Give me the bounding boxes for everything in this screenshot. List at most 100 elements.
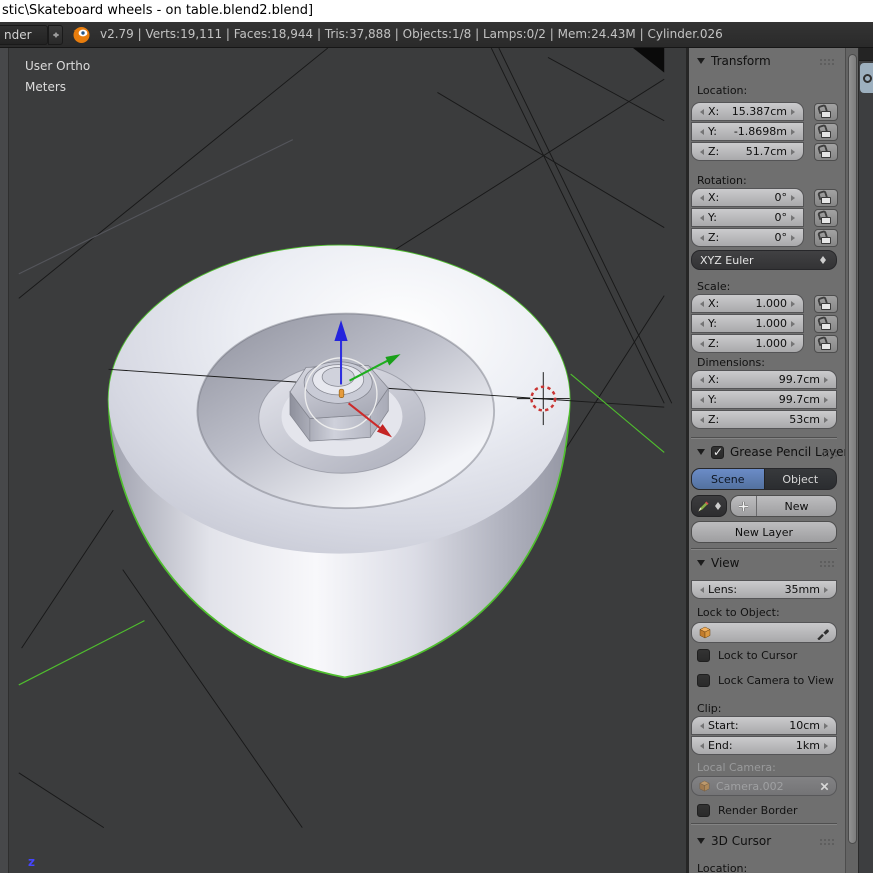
unlock-icon <box>821 302 831 310</box>
location-y-field[interactable]: Y: -1.8698m <box>691 122 804 141</box>
tab-scene-label: Scene <box>710 472 745 486</box>
render-border-checkbox[interactable] <box>697 804 710 817</box>
increment-arrow-icon[interactable] <box>824 376 831 383</box>
cursor-panel-header[interactable]: 3D Cursor <box>697 834 771 848</box>
rotation-mode-dropdown[interactable]: XYZ Euler <box>691 250 837 270</box>
axis-value: 1.000 <box>755 297 788 310</box>
dimensions-y-field[interactable]: Y: 99.7cm <box>691 390 837 409</box>
blender-logo-icon[interactable] <box>72 25 91 44</box>
decrement-arrow-icon[interactable] <box>697 300 704 307</box>
location-z-field[interactable]: Z: 51.7cm <box>691 142 804 161</box>
transform-panel-header[interactable]: Transform <box>697 54 771 68</box>
decrement-arrow-icon[interactable] <box>697 722 704 729</box>
panel-grip-icon[interactable] <box>819 838 834 845</box>
lock-camera-checkbox[interactable] <box>697 674 710 687</box>
local-camera-field[interactable]: Camera.002 <box>691 776 837 796</box>
dimensions-label: Dimensions: <box>697 356 765 369</box>
decrement-arrow-icon[interactable] <box>697 416 704 423</box>
increment-arrow-icon[interactable] <box>824 722 831 729</box>
increment-arrow-icon[interactable] <box>791 234 798 241</box>
lock-rotation-y-button[interactable] <box>814 209 838 227</box>
increment-arrow-icon[interactable] <box>824 742 831 749</box>
clip-start-field[interactable]: Start: 10cm <box>691 716 837 735</box>
lock-camera-row[interactable]: Lock Camera to View <box>697 674 834 687</box>
decrement-arrow-icon[interactable] <box>697 320 704 327</box>
render-border-row[interactable]: Render Border <box>697 804 798 817</box>
lock-scale-y-button[interactable] <box>814 315 838 333</box>
increment-arrow-icon[interactable] <box>791 300 798 307</box>
panel-grip-icon[interactable] <box>819 58 834 65</box>
gp-new-layer-button[interactable]: New Layer <box>691 521 837 543</box>
panel-scrollbar[interactable] <box>845 48 858 873</box>
increment-arrow-icon[interactable] <box>791 340 798 347</box>
rotation-y-field[interactable]: Y: 0° <box>691 208 804 227</box>
lock-location-x-button[interactable] <box>814 103 838 121</box>
render-engine-dropdown[interactable]: nder <box>0 25 48 45</box>
view-panel-header[interactable]: View <box>697 556 739 570</box>
clear-x-icon[interactable] <box>819 781 830 792</box>
decrement-arrow-icon[interactable] <box>697 148 704 155</box>
rotation-z-field[interactable]: Z: 0° <box>691 228 804 247</box>
dimensions-z-field[interactable]: Z: 53cm <box>691 410 837 429</box>
lock-to-cursor-row[interactable]: Lock to Cursor <box>697 649 797 662</box>
panel-grip-icon[interactable] <box>822 450 837 457</box>
adjacent-editor-tab[interactable] <box>860 63 873 93</box>
lock-scale-z-button[interactable] <box>814 335 838 353</box>
gp-brush-dropdown[interactable] <box>691 495 727 517</box>
lock-scale-x-button[interactable] <box>814 295 838 313</box>
lock-to-object-field[interactable] <box>691 622 837 643</box>
dimensions-x-field[interactable]: X: 99.7cm <box>691 370 837 389</box>
decrement-arrow-icon[interactable] <box>697 340 704 347</box>
properties-region: Transform Location: X: 15.387cm Y: -1.86… <box>686 48 855 873</box>
lock-to-cursor-checkbox[interactable] <box>697 649 710 662</box>
scale-label: Scale: <box>697 280 731 293</box>
location-x-field[interactable]: X: 15.387cm <box>691 102 804 121</box>
panel-grip-icon[interactable] <box>819 560 834 567</box>
scale-z-field[interactable]: Z: 1.000 <box>691 334 804 353</box>
tab-object[interactable]: Object <box>764 469 836 489</box>
location-label: Location: <box>697 84 748 97</box>
decrement-arrow-icon[interactable] <box>697 214 704 221</box>
increment-arrow-icon[interactable] <box>791 194 798 201</box>
increment-arrow-icon[interactable] <box>791 128 798 135</box>
grease-pencil-checkbox[interactable] <box>711 445 724 459</box>
gp-new-label: New <box>784 499 809 513</box>
decrement-arrow-icon[interactable] <box>697 396 704 403</box>
circle-icon <box>862 73 872 83</box>
gp-source-tabs: Scene Object <box>691 468 837 490</box>
skateboard-wheel[interactable] <box>107 244 571 679</box>
increment-arrow-icon[interactable] <box>791 148 798 155</box>
decrement-arrow-icon[interactable] <box>697 194 704 201</box>
tab-object-label: Object <box>782 472 819 486</box>
increment-arrow-icon[interactable] <box>791 214 798 221</box>
increment-arrow-icon[interactable] <box>791 108 798 115</box>
lock-rotation-z-button[interactable] <box>814 229 838 247</box>
lens-field[interactable]: Lens: 35mm <box>691 580 837 599</box>
increment-arrow-icon[interactable] <box>791 320 798 327</box>
lock-location-z-button[interactable] <box>814 143 838 161</box>
decrement-arrow-icon[interactable] <box>697 376 704 383</box>
increment-arrow-icon[interactable] <box>824 396 831 403</box>
increment-arrow-icon[interactable] <box>824 416 831 423</box>
axis-label: X: <box>708 373 720 386</box>
decrement-arrow-icon[interactable] <box>697 586 704 593</box>
lock-rotation-x-button[interactable] <box>814 189 838 207</box>
rotation-x-field[interactable]: X: 0° <box>691 188 804 207</box>
scale-y-field[interactable]: Y: 1.000 <box>691 314 804 333</box>
decrement-arrow-icon[interactable] <box>697 742 704 749</box>
dropdown-spinner-icon <box>714 499 722 513</box>
tab-scene[interactable]: Scene <box>692 469 764 489</box>
engine-spinner-icon[interactable] <box>48 25 63 45</box>
axis-label: Z: <box>708 413 720 426</box>
lock-location-y-button[interactable] <box>814 123 838 141</box>
scale-x-field[interactable]: X: 1.000 <box>691 294 804 313</box>
rotation-mode-value: XYZ Euler <box>700 253 754 267</box>
decrement-arrow-icon[interactable] <box>697 128 704 135</box>
decrement-arrow-icon[interactable] <box>697 108 704 115</box>
eyedropper-icon[interactable] <box>816 626 830 640</box>
gp-new-button[interactable]: New <box>730 495 837 517</box>
increment-arrow-icon[interactable] <box>824 586 831 593</box>
clip-end-field[interactable]: End: 1km <box>691 736 837 755</box>
scrollbar-thumb[interactable] <box>848 54 857 844</box>
decrement-arrow-icon[interactable] <box>697 234 704 241</box>
